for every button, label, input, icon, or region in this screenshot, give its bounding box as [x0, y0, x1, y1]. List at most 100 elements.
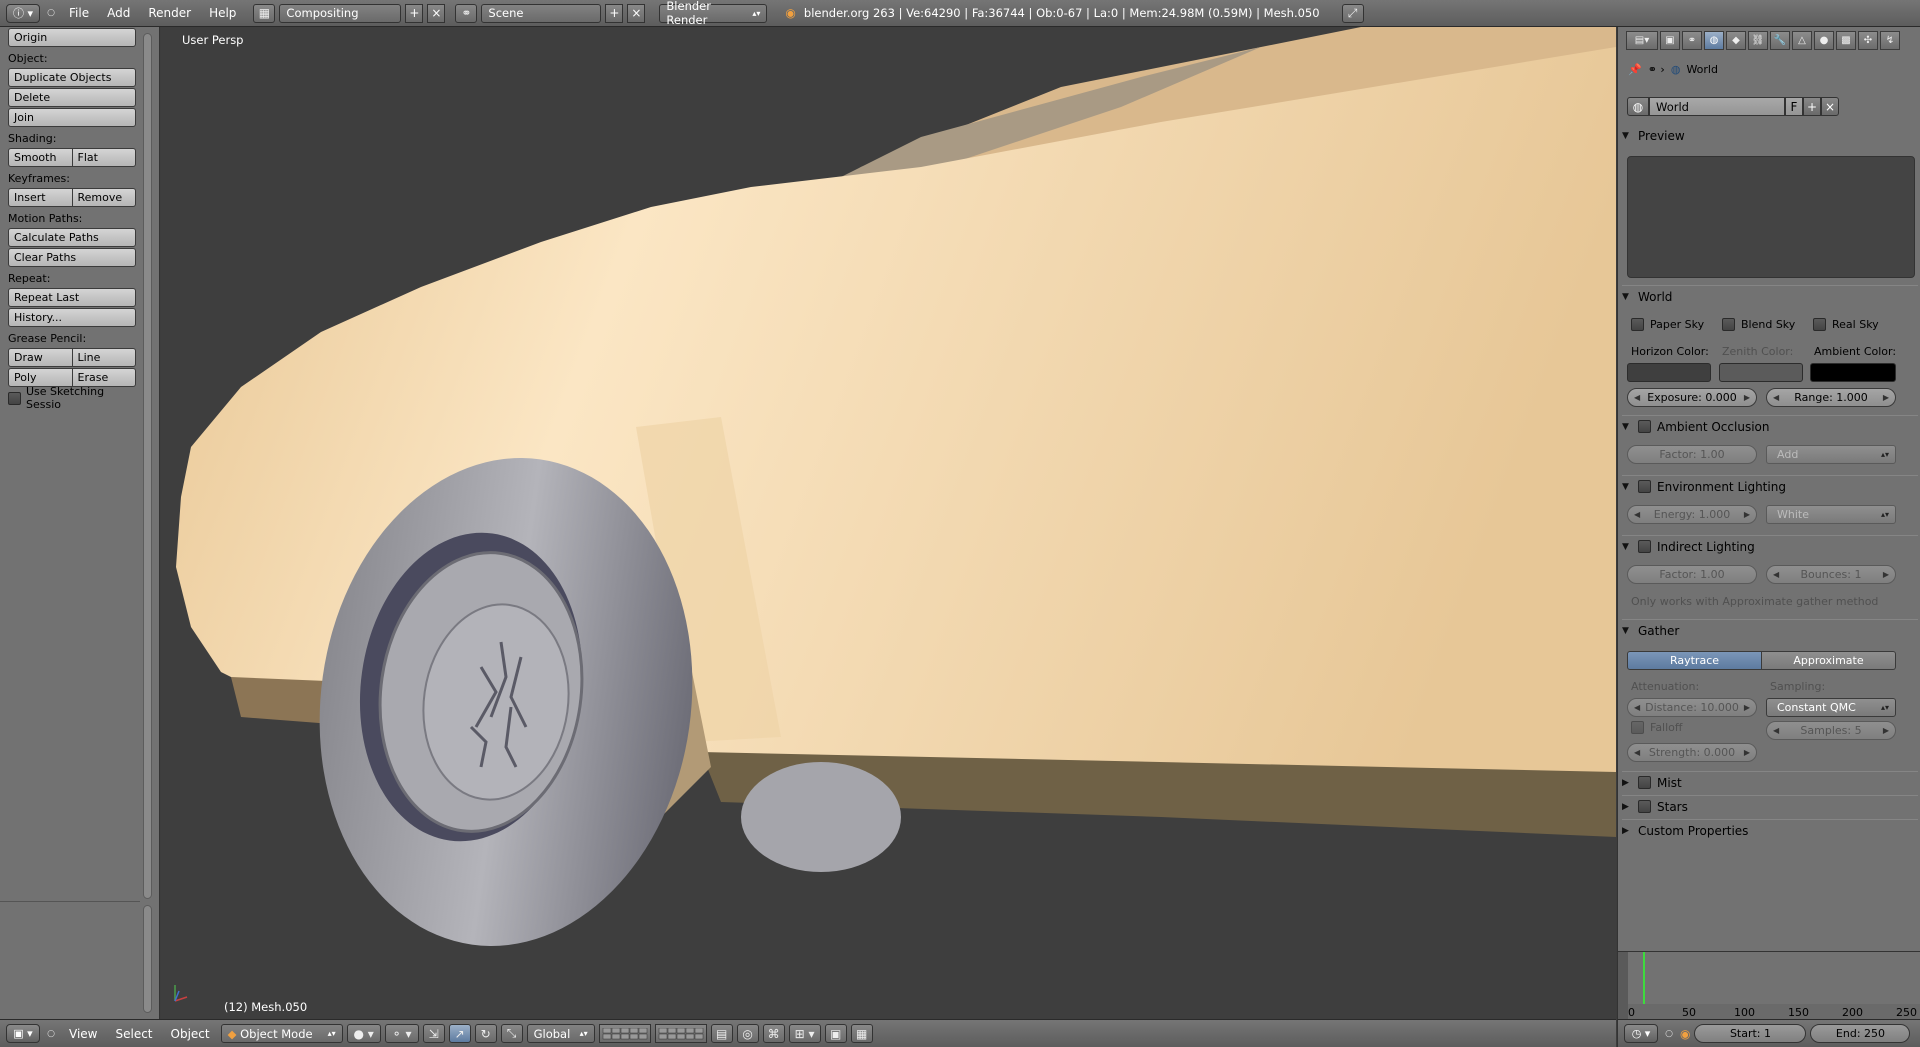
line-button[interactable]: Line [72, 348, 136, 367]
world-panel-header[interactable]: ▼ World [1622, 285, 1918, 307]
draw-button[interactable]: Draw [8, 348, 73, 367]
indirect-bounces-field[interactable]: ◀ Bounces: 1 ▶ [1766, 565, 1896, 584]
screen-layout-icon[interactable]: ▦ [253, 3, 276, 23]
timeline-area[interactable] [1628, 952, 1920, 1004]
falloff-toggle[interactable]: Falloff [1631, 721, 1682, 734]
pin-icon[interactable]: 📌 [1628, 63, 1642, 76]
sketching-session-toggle[interactable]: Use Sketching Sessio [8, 385, 136, 411]
indirect-factor-field[interactable]: Factor: 1.00 [1627, 565, 1757, 584]
delete-button[interactable]: Delete [8, 88, 136, 107]
snap-element-select[interactable]: ⊞ ▾ [788, 1024, 821, 1043]
fullscreen-toggle-icon[interactable]: ⤢ [1341, 3, 1364, 23]
strength-field[interactable]: ◀ Strength: 0.000 ▶ [1627, 743, 1757, 762]
blend-sky-toggle[interactable]: Blend Sky [1722, 318, 1795, 331]
viewport-shading-select[interactable]: ● ▾ [346, 1024, 381, 1043]
blend-sky-checkbox[interactable] [1722, 318, 1735, 331]
layers-grid-2[interactable] [654, 1024, 707, 1043]
mist-enable-checkbox[interactable] [1638, 776, 1651, 789]
add-layout-button[interactable]: + [405, 3, 424, 23]
samples-field[interactable]: ◀ Samples: 5 ▶ [1766, 721, 1896, 740]
texture-tab-icon[interactable]: ▩ [1836, 30, 1856, 50]
preview-panel-header[interactable]: ▼ Preview [1622, 125, 1918, 147]
collapse-menu-icon-bottom[interactable]: ○ [44, 1029, 58, 1039]
manipulator-toggle-icon[interactable]: ⇲ [422, 1024, 445, 1043]
smooth-button[interactable]: Smooth [8, 148, 73, 167]
duplicate-objects-button[interactable]: Duplicate Objects [8, 68, 136, 87]
indirect-panel-header[interactable]: ▼ Indirect Lighting [1622, 535, 1918, 557]
ao-panel-header[interactable]: ▼ Ambient Occlusion [1622, 415, 1918, 437]
render-animation-icon[interactable]: ▦ [850, 1024, 873, 1043]
join-button[interactable]: Join [8, 108, 136, 127]
render-tab-icon[interactable]: ▣ [1660, 30, 1680, 50]
lock-camera-icon[interactable]: ▤ [710, 1024, 733, 1043]
proportional-edit-icon[interactable]: ◎ [736, 1024, 759, 1043]
world-name-field[interactable]: World [1649, 97, 1785, 116]
scene-field[interactable]: Scene [481, 3, 602, 23]
material-tab-icon[interactable]: ● [1814, 30, 1834, 50]
3d-viewport[interactable]: User Persp (12) Mesh.050 [161, 27, 1616, 1019]
constraints-tab-icon[interactable]: ⛓ [1748, 30, 1768, 50]
history-button[interactable]: History... [8, 308, 136, 327]
timeline[interactable]: 0 50 100 150 200 250 [1617, 951, 1920, 1020]
distance-field[interactable]: ◀ Distance: 10.000 ▶ [1627, 698, 1757, 717]
env-color-select[interactable]: White ▴▾ [1766, 505, 1896, 524]
real-sky-checkbox[interactable] [1813, 318, 1826, 331]
start-frame-field[interactable]: Start: 1 [1694, 1024, 1807, 1043]
range-field[interactable]: ◀ Range: 1.000 ▶ [1766, 388, 1896, 407]
end-frame-field[interactable]: End: 250 [1810, 1024, 1911, 1043]
custom-properties-panel-header[interactable]: ▶ Custom Properties [1622, 819, 1918, 841]
timeline-ruler[interactable] [1628, 1004, 1920, 1020]
rotate-manipulator-icon[interactable]: ↻ [474, 1024, 497, 1043]
sampling-method-select[interactable]: Constant QMC ▴▾ [1766, 698, 1896, 717]
scale-manipulator-icon[interactable]: ⤡ [500, 1024, 523, 1043]
render-engine-select[interactable]: Blender Render ▴▾ [659, 0, 768, 27]
approximate-button[interactable]: Approximate [1762, 651, 1896, 670]
remove-layout-button[interactable]: × [427, 3, 446, 23]
stars-enable-checkbox[interactable] [1638, 800, 1651, 813]
screen-layout-field[interactable]: Compositing [279, 3, 402, 23]
exposure-field[interactable]: ◀ Exposure: 0.000 ▶ [1627, 388, 1757, 407]
timeline-editor-type-button[interactable]: ◷ ▾ [1624, 1024, 1658, 1043]
menu-add[interactable]: Add [100, 6, 137, 20]
stars-panel-header[interactable]: ▶ Stars [1622, 795, 1918, 817]
gather-panel-header[interactable]: ▼ Gather [1622, 619, 1918, 641]
menu-render[interactable]: Render [141, 6, 198, 20]
paper-sky-toggle[interactable]: Paper Sky [1631, 318, 1704, 331]
collapse-menu-icon-timeline[interactable]: ○ [1662, 1029, 1676, 1039]
pivot-point-select[interactable]: ⚬ ▾ [384, 1024, 419, 1043]
real-sky-toggle[interactable]: Real Sky [1813, 318, 1879, 331]
data-tab-icon[interactable]: △ [1792, 30, 1812, 50]
modifiers-tab-icon[interactable]: 🔧 [1770, 30, 1790, 50]
menu-file[interactable]: File [62, 6, 96, 20]
menu-view[interactable]: View [62, 1027, 104, 1041]
zenith-color-swatch[interactable] [1719, 363, 1803, 382]
env-energy-field[interactable]: ◀ Energy: 1.000 ▶ [1627, 505, 1757, 524]
transform-orientation-select[interactable]: Global ▴▾ [526, 1024, 595, 1043]
add-scene-button[interactable]: + [605, 3, 624, 23]
flat-button[interactable]: Flat [72, 148, 136, 167]
raytrace-button[interactable]: Raytrace [1627, 651, 1762, 670]
physics-tab-icon[interactable]: ↯ [1880, 30, 1900, 50]
ao-enable-checkbox[interactable] [1638, 420, 1651, 433]
tool-shelf-scrollbar[interactable] [143, 33, 152, 899]
unlink-world-button[interactable]: × [1821, 97, 1839, 116]
particles-tab-icon[interactable]: ✣ [1858, 30, 1878, 50]
new-world-button[interactable]: + [1803, 97, 1821, 116]
env-panel-header[interactable]: ▼ Environment Lighting [1622, 475, 1918, 497]
ao-blend-select[interactable]: Add ▴▾ [1766, 445, 1896, 464]
remove-scene-button[interactable]: × [627, 3, 646, 23]
scene-tab-icon[interactable]: ⚭ [1682, 30, 1702, 50]
origin-button[interactable]: Origin [8, 28, 136, 47]
editor-type-button[interactable]: ⓘ ▾ [6, 3, 40, 23]
sketching-checkbox[interactable] [8, 391, 21, 405]
mode-select[interactable]: ◆ Object Mode ▴▾ [220, 1024, 343, 1043]
horizon-color-swatch[interactable] [1627, 363, 1711, 382]
repeat-last-button[interactable]: Repeat Last [8, 288, 136, 307]
scene-icon[interactable]: ⚭ [455, 3, 478, 23]
render-still-icon[interactable]: ▣ [824, 1024, 847, 1043]
mist-panel-header[interactable]: ▶ Mist [1622, 771, 1918, 793]
snap-toggle-icon[interactable]: ⌘ [762, 1024, 785, 1043]
layers-grid-1[interactable] [598, 1024, 651, 1043]
falloff-checkbox[interactable] [1631, 721, 1644, 734]
current-frame-cursor[interactable] [1643, 952, 1645, 1004]
